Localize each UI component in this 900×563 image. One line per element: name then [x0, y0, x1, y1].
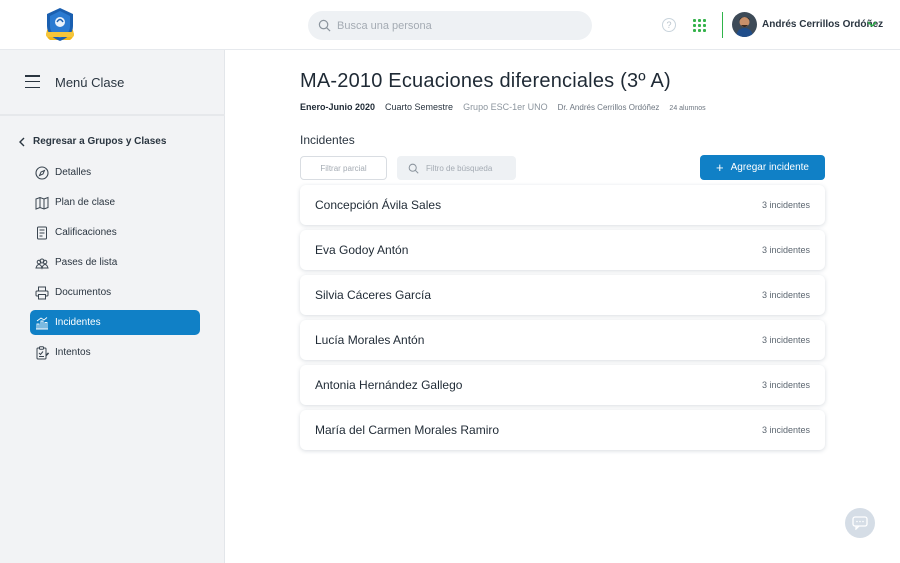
sidebar-item-label: Detalles [55, 167, 92, 178]
school-logo[interactable] [40, 6, 80, 44]
sidebar-item-detalles[interactable]: Detalles [30, 160, 200, 185]
sidebar-item-label: Intentos [55, 347, 91, 358]
sidebar-item-label: Plan de clase [55, 197, 116, 208]
list-item[interactable]: María del Carmen Morales Ramiro 3 incide… [300, 410, 825, 450]
incident-count: 3 incidentes [761, 425, 810, 435]
search-filter-input[interactable]: Filtro de búsqueda [397, 156, 516, 180]
menu-header: Menú Clase [0, 50, 225, 116]
sidebar-item-documentos[interactable]: Documentos [30, 280, 200, 305]
chevron-down-icon[interactable] [867, 20, 877, 28]
partial-filter-select[interactable]: Filtrar parcial [300, 156, 387, 180]
student-name: Antonia Hernández Gallego [315, 378, 463, 392]
compass-icon [35, 165, 49, 180]
student-name: Silvia Cáceres García [315, 288, 432, 302]
student-name: Concepción Ávila Sales [315, 198, 442, 212]
sidebar-item-label: Documentos [55, 287, 112, 298]
group-icon [35, 258, 49, 270]
chat-icon [852, 516, 868, 530]
course-meta: Enero-Junio 2020 Cuarto Semestre Grupo E… [300, 102, 706, 112]
sidebar-item-label: Incidentes [55, 317, 101, 328]
sidebar-item-incidentes[interactable]: Incidentes [30, 310, 200, 335]
add-incident-label: Agregar incidente [730, 162, 809, 173]
clipboard-icon [36, 345, 49, 359]
incident-list: Concepción Ávila Sales 3 incidentes Eva … [300, 185, 825, 455]
back-link[interactable]: Regresar a Grupos y Clases [18, 136, 166, 147]
user-name[interactable]: Andrés Cerrillos Ordóñez [762, 19, 883, 30]
top-bar: ? Andrés Cerrillos Ordóñez [0, 0, 900, 50]
sidebar-item-calificaciones[interactable]: Calificaciones [30, 220, 200, 245]
list-item[interactable]: Silvia Cáceres García 3 incidentes [300, 275, 825, 315]
course-semester: Cuarto Semestre [385, 102, 454, 112]
sidebar-item-pases-de-lista[interactable]: Pases de lista [30, 250, 200, 275]
incident-count: 3 incidentes [761, 245, 810, 255]
course-professor: Dr. Andrés Cerrillos Ordóñez [557, 103, 660, 112]
chat-button[interactable] [845, 508, 875, 538]
printer-icon [35, 286, 49, 299]
student-name: María del Carmen Morales Ramiro [315, 423, 500, 437]
course-group: Grupo ESC-1er UNO [463, 102, 548, 112]
plus-icon: + [716, 160, 724, 175]
sidebar-item-label: Calificaciones [55, 227, 117, 238]
person-search[interactable] [308, 11, 592, 40]
page-title: MA-2010 Ecuaciones diferenciales (3º A) [300, 70, 671, 92]
search-filter-placeholder: Filtro de búsqueda [426, 163, 493, 173]
section-title: Incidentes [300, 133, 355, 147]
map-icon [35, 196, 49, 210]
search-input[interactable] [337, 19, 577, 32]
list-item[interactable]: Antonia Hernández Gallego 3 incidentes [300, 365, 825, 405]
hamburger-icon[interactable] [25, 75, 40, 88]
help-icon[interactable]: ? [662, 18, 676, 32]
class-sidebar: Menú Clase Regresar a Grupos y Clases De… [0, 50, 225, 563]
avatar[interactable] [732, 12, 757, 37]
incident-count: 3 incidentes [761, 200, 810, 210]
incident-count: 3 incidentes [761, 380, 810, 390]
menu-title: Menú Clase [55, 75, 125, 90]
chevron-left-icon [19, 137, 25, 146]
header-divider [722, 12, 723, 38]
student-name: Lucía Morales Antón [315, 333, 425, 347]
sidebar-item-plan-de-clase[interactable]: Plan de clase [30, 190, 200, 215]
course-period: Enero-Junio 2020 [300, 102, 376, 112]
search-icon [408, 163, 419, 174]
list-item[interactable]: Concepción Ávila Sales 3 incidentes [300, 185, 825, 225]
search-icon [318, 19, 331, 32]
chart-icon [36, 316, 48, 329]
incident-count: 3 incidentes [761, 335, 810, 345]
list-item[interactable]: Lucía Morales Antón 3 incidentes [300, 320, 825, 360]
sidebar-item-intentos[interactable]: Intentos [30, 340, 200, 365]
grades-icon [37, 226, 47, 239]
sidebar-item-label: Pases de lista [55, 257, 118, 268]
add-incident-button[interactable]: + Agregar incidente [700, 155, 825, 180]
incident-count: 3 incidentes [761, 290, 810, 300]
list-item[interactable]: Eva Godoy Antón 3 incidentes [300, 230, 825, 270]
student-count: 24 alumnos [669, 105, 706, 112]
back-label: Regresar a Grupos y Clases [33, 136, 167, 147]
student-name: Eva Godoy Antón [315, 243, 409, 257]
apps-grid-icon[interactable] [693, 19, 706, 32]
